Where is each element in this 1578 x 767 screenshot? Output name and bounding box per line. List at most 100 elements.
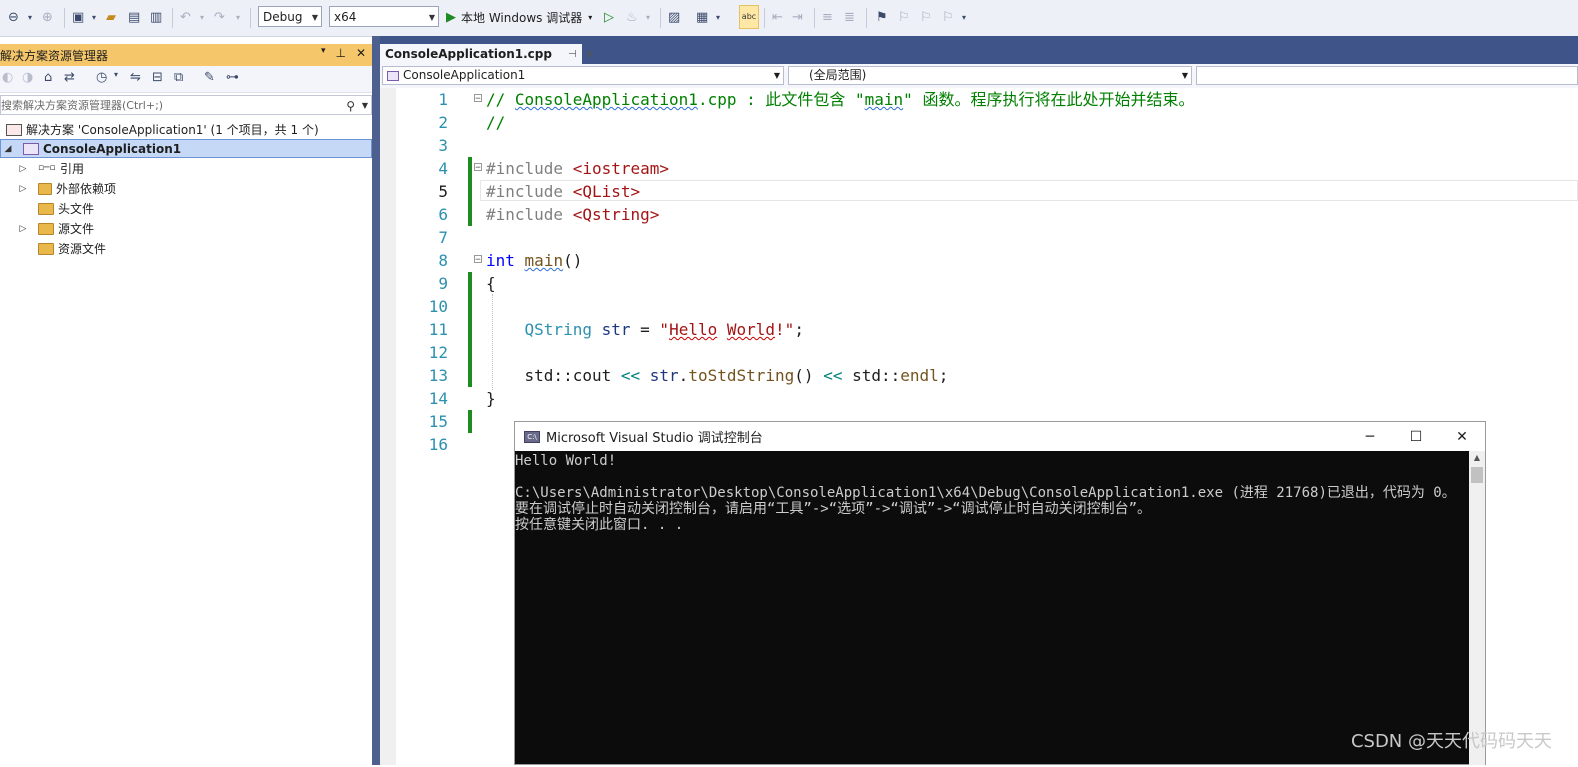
hot-reload-dropdown-icon[interactable]: ▾ (646, 7, 650, 27)
undo-dropdown-icon[interactable]: ▾ (200, 7, 204, 27)
sync-icon[interactable]: ⇋ (130, 70, 141, 85)
code-token: << (620, 366, 641, 385)
change-marker (468, 364, 472, 387)
global-scope-select[interactable]: (全局范围) ▼ (788, 66, 1192, 85)
forward-icon[interactable]: ⊕ (42, 7, 53, 27)
tree-solution-node[interactable]: 解决方案 'ConsoleApplication1' (1 个项目，共 1 个) (6, 120, 319, 139)
tree-project-node[interactable]: ◢ ConsoleApplication1 (0, 139, 372, 158)
solution-search-input[interactable]: 搜索解决方案资源管理器(Ctrl+;) ⚲ ▼ (0, 95, 372, 115)
spell-check-button[interactable]: abc (739, 5, 759, 29)
collapse-region-icon[interactable]: − (474, 255, 482, 265)
switch-views-icon[interactable]: ⇄ (64, 70, 75, 85)
save-all-icon[interactable]: ▥ (150, 7, 162, 27)
change-marker (468, 341, 472, 364)
code-line[interactable]: 1 −// ConsoleApplication1.cpp : 此文件包含 "ma… (380, 88, 1578, 111)
comment-icon[interactable]: ≡ (822, 7, 833, 27)
uncomment-icon[interactable]: ≣ (844, 7, 855, 27)
tree-item-external-deps[interactable]: ▷ 外部依赖项 (16, 179, 116, 198)
code-line[interactable]: 3 (380, 134, 1578, 157)
debug-console-window[interactable]: C:\ Microsoft Visual Studio 调试控制台 ─ ☐ ✕ … (514, 421, 1486, 765)
preview-icon[interactable]: ⊶ (226, 70, 239, 85)
pending-changes-icon[interactable]: ◷ (96, 70, 107, 85)
expand-arrow-icon[interactable]: ▷ (16, 164, 30, 174)
panel-dropdown-icon[interactable]: ▾ (321, 46, 326, 60)
new-project-icon[interactable]: ▣ (72, 7, 84, 27)
maximize-icon[interactable]: ☐ (1393, 422, 1439, 451)
code-line[interactable]: 14} (380, 387, 1578, 410)
open-folder-icon[interactable]: ▰ (106, 7, 116, 27)
code-line[interactable]: 10 (380, 295, 1578, 318)
member-select[interactable] (1196, 66, 1578, 85)
prev-bookmark-icon[interactable]: ⚐ (898, 7, 910, 27)
collapse-arrow-icon[interactable]: ◢ (1, 144, 15, 154)
code-line[interactable]: 12 (380, 341, 1578, 364)
toolbar-overflow-icon[interactable]: ▾ (962, 7, 966, 27)
redo-icon[interactable]: ↷ (214, 7, 225, 27)
line-number: 12 (428, 343, 448, 362)
collapse-region-icon[interactable]: − (474, 94, 482, 104)
tree-item-resource-files[interactable]: 资源文件 (16, 239, 106, 258)
close-icon[interactable]: ✕ (356, 46, 366, 60)
pin-icon[interactable]: ⊥ (335, 46, 345, 60)
code-line[interactable]: 6 #include <Qstring> (380, 203, 1578, 226)
code-line[interactable]: 13 std::cout << str.toStdString() << std… (380, 364, 1578, 387)
indent-icon[interactable]: ⇥ (792, 7, 803, 27)
back-icon[interactable]: ⊖ (8, 7, 19, 27)
back-dropdown-icon[interactable]: ▾ (28, 7, 32, 27)
console-scrollbar[interactable]: ▲ (1469, 451, 1485, 765)
hot-reload-icon[interactable]: ♨ (626, 7, 638, 27)
code-line[interactable]: 9{ (380, 272, 1578, 295)
properties-icon[interactable]: ✎ (204, 70, 215, 85)
code-line[interactable]: 4 − #include <iostream> (380, 157, 1578, 180)
scroll-up-icon[interactable]: ▲ (1469, 451, 1485, 465)
code-line[interactable]: 5 #include <QList> (380, 180, 1578, 203)
layout-dropdown-icon[interactable]: ▾ (716, 7, 720, 27)
close-icon[interactable]: ✕ (1439, 422, 1485, 451)
close-tab-icon[interactable]: ✕ (585, 48, 594, 61)
code-line[interactable]: 11 QString str = "Hello World!"; (380, 318, 1578, 341)
outdent-icon[interactable]: ⇤ (772, 7, 783, 27)
code-line[interactable]: 7 (380, 226, 1578, 249)
minimize-icon[interactable]: ─ (1347, 422, 1393, 451)
start-debugging-button[interactable]: ▶ 本地 Windows 调试器 ▾ (446, 7, 592, 27)
code-line[interactable]: 2 // (380, 111, 1578, 134)
code-token: <QList> (572, 182, 641, 201)
undo-icon[interactable]: ↶ (180, 7, 191, 27)
project-scope-select[interactable]: ConsoleApplication1 ▼ (382, 66, 784, 85)
collapse-region-icon[interactable]: − (474, 163, 482, 173)
show-all-files-icon[interactable]: ⧉ (174, 70, 183, 85)
scroll-thumb[interactable] (1471, 467, 1483, 483)
expand-arrow-icon[interactable]: ▷ (16, 184, 30, 194)
layout-icon[interactable]: ▦ (696, 7, 708, 27)
chevron-down-icon[interactable]: ▾ (588, 13, 592, 22)
code-line[interactable]: 8 − int main() (380, 249, 1578, 272)
chevron-down-icon[interactable]: ▼ (362, 96, 368, 116)
save-icon[interactable]: ▤ (128, 7, 140, 27)
forward-icon[interactable]: ◑ (22, 70, 33, 85)
collapse-all-icon[interactable]: ⊟ (152, 70, 163, 85)
tree-item-header-files[interactable]: 头文件 (16, 199, 94, 218)
panel-splitter[interactable] (372, 36, 380, 765)
code-token: std:: (842, 366, 901, 385)
next-bookmark-icon[interactable]: ⚐ (920, 7, 932, 27)
new-dropdown-icon[interactable]: ▾ (92, 7, 96, 27)
bookmark-icon[interactable]: ⚑ (876, 7, 888, 27)
change-marker (468, 203, 472, 226)
pin-tab-icon[interactable]: ⊣ (568, 49, 577, 60)
redo-dropdown-icon[interactable]: ▾ (236, 7, 240, 27)
back-icon[interactable]: ◐ (2, 70, 13, 85)
configuration-select[interactable]: Debug ▼ (258, 6, 322, 27)
tree-item-source-files[interactable]: ▷ 源文件 (16, 219, 94, 238)
code-token: #include (486, 205, 573, 224)
platform-select[interactable]: x64 ▼ (329, 6, 439, 27)
tree-item-references[interactable]: ▷ ▫─▫ 引用 (16, 159, 84, 178)
browse-icon[interactable]: ▨ (668, 7, 680, 27)
home-icon[interactable]: ⌂ (44, 70, 52, 85)
pending-dropdown-icon[interactable]: ▾ (114, 70, 118, 79)
expand-arrow-icon[interactable]: ▷ (16, 224, 30, 234)
start-without-debugging-icon[interactable]: ▷ (604, 7, 614, 27)
console-title-bar[interactable]: C:\ Microsoft Visual Studio 调试控制台 ─ ☐ ✕ (515, 422, 1485, 451)
tab-consoleapplication1-cpp[interactable]: ConsoleApplication1.cpp ⊣ ✕ (380, 44, 594, 64)
clear-bookmarks-icon[interactable]: ⚐ (942, 7, 954, 27)
